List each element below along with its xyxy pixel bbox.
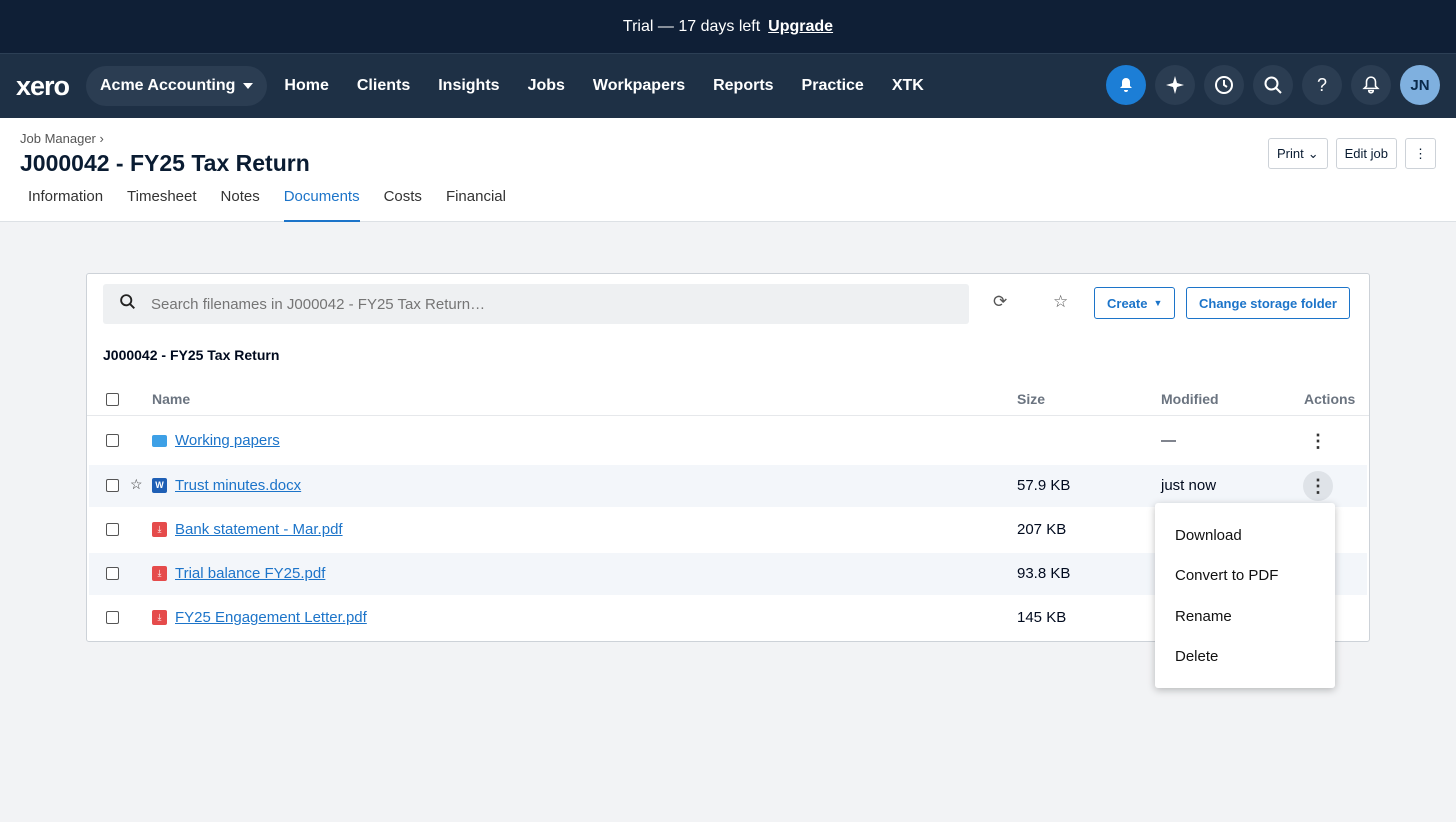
nav-practice[interactable]: Practice [788, 77, 878, 95]
caret-down-icon: ▼ [1153, 298, 1163, 308]
breadcrumb[interactable]: Job Manager › [20, 131, 104, 146]
file-size: 207 KB [1017, 521, 1067, 538]
tab-notes[interactable]: Notes [221, 188, 260, 222]
more-options-button[interactable]: ⋮ [1405, 138, 1436, 169]
column-actions: Actions [1304, 391, 1356, 407]
file-size: 145 KB [1017, 609, 1067, 626]
folder-title: J000042 - FY25 Tax Return [103, 347, 280, 363]
bell-icon[interactable] [1351, 65, 1391, 105]
row-checkbox[interactable] [106, 479, 119, 492]
file-name-link[interactable]: Bank statement - Mar.pdf [175, 521, 343, 538]
row-checkbox[interactable] [106, 523, 119, 536]
row-actions-menu: Download Convert to PDF Rename Delete [1155, 503, 1335, 688]
tab-costs[interactable]: Costs [384, 188, 422, 222]
pdf-icon: ⤓ [152, 610, 167, 625]
column-size[interactable]: Size [1017, 391, 1045, 407]
table-row[interactable]: Working papers — ⋮ [89, 420, 1367, 462]
refresh-icon[interactable]: ⟳ [993, 292, 1007, 312]
trial-banner: Trial — 17 days left Upgrade [0, 0, 1456, 53]
tab-financial[interactable]: Financial [446, 188, 506, 222]
folder-icon [152, 435, 167, 447]
tab-documents[interactable]: Documents [283, 188, 360, 222]
chevron-right-icon: › [99, 131, 104, 146]
change-storage-folder-button[interactable]: Change storage folder [1186, 287, 1350, 319]
file-name-link[interactable]: FY25 Engagement Letter.pdf [175, 609, 367, 626]
clock-icon[interactable] [1204, 65, 1244, 105]
row-actions-button[interactable]: ⋮ [1303, 471, 1333, 501]
row-checkbox[interactable] [106, 611, 119, 624]
job-tabs: Information Timesheet Notes Documents Co… [28, 188, 506, 222]
favorite-star-icon[interactable]: ☆ [130, 476, 143, 493]
print-label: Print [1276, 146, 1304, 161]
pdf-icon: ⤓ [152, 566, 167, 581]
edit-job-button[interactable]: Edit job [1335, 138, 1397, 169]
search-bar [103, 284, 969, 324]
nav-workpapers[interactable]: Workpapers [579, 77, 699, 95]
nav-insights[interactable]: Insights [424, 77, 513, 95]
breadcrumb-label[interactable]: Job Manager [20, 131, 96, 146]
menu-item-rename[interactable]: Rename [1155, 596, 1335, 637]
tab-timesheet[interactable]: Timesheet [127, 188, 196, 222]
upgrade-link[interactable]: Upgrade [768, 18, 833, 36]
file-size: 57.9 KB [1017, 477, 1071, 494]
column-name[interactable]: Name [152, 391, 190, 407]
org-name: Acme Accounting [100, 77, 236, 94]
xero-logo[interactable]: xero [16, 71, 86, 102]
table-row[interactable]: ☆ W Trust minutes.docx 57.9 KB just now … [89, 465, 1367, 507]
file-modified: — [1161, 432, 1176, 449]
select-all-checkbox[interactable] [106, 393, 119, 406]
search-icon [103, 293, 151, 315]
menu-item-convert-to-pdf[interactable]: Convert to PDF [1155, 556, 1335, 597]
trial-text: Trial — 17 days left [622, 17, 761, 35]
nav-jobs[interactable]: Jobs [514, 77, 579, 95]
search-input[interactable] [151, 295, 951, 313]
row-actions-button[interactable]: ⋮ [1303, 426, 1333, 456]
notification-bell-icon[interactable] [1106, 65, 1146, 105]
menu-item-download[interactable]: Download [1155, 515, 1335, 556]
nav-reports[interactable]: Reports [699, 77, 787, 95]
menu-item-delete[interactable]: Delete [1155, 637, 1335, 678]
file-size: 93.8 KB [1017, 565, 1071, 582]
page-title: J000042 - FY25 Tax Return [20, 150, 310, 176]
nav-clients[interactable]: Clients [343, 77, 424, 95]
chevron-down-icon: ⌄ [1307, 145, 1319, 161]
star-icon[interactable]: ☆ [1053, 292, 1068, 312]
tab-information[interactable]: Information [28, 188, 103, 222]
create-label: Create [1107, 295, 1148, 311]
row-checkbox[interactable] [106, 567, 119, 580]
nav-xtk[interactable]: XTK [878, 77, 938, 95]
row-checkbox[interactable] [106, 434, 119, 447]
column-modified[interactable]: Modified [1161, 391, 1219, 407]
create-button[interactable]: Create ▼ [1094, 287, 1176, 319]
avatar[interactable]: JN [1400, 65, 1440, 105]
search-icon[interactable] [1253, 65, 1293, 105]
nav-home[interactable]: Home [270, 77, 342, 95]
chevron-down-icon [243, 83, 254, 89]
file-modified: just now [1161, 477, 1217, 494]
file-name-link[interactable]: Trust minutes.docx [175, 477, 301, 494]
help-icon[interactable]: ? [1302, 65, 1342, 105]
print-button[interactable]: Print ⌄ [1267, 138, 1328, 169]
pdf-icon: ⤓ [152, 522, 167, 537]
sparkle-icon[interactable] [1155, 65, 1195, 105]
file-name-link[interactable]: Trial balance FY25.pdf [175, 565, 325, 582]
word-doc-icon: W [152, 478, 167, 493]
file-name-link[interactable]: Working papers [175, 432, 280, 449]
page-header: Job Manager › J000042 - FY25 Tax Return … [0, 118, 1456, 222]
org-switcher[interactable]: Acme Accounting [86, 66, 268, 106]
header-divider [87, 415, 1369, 416]
